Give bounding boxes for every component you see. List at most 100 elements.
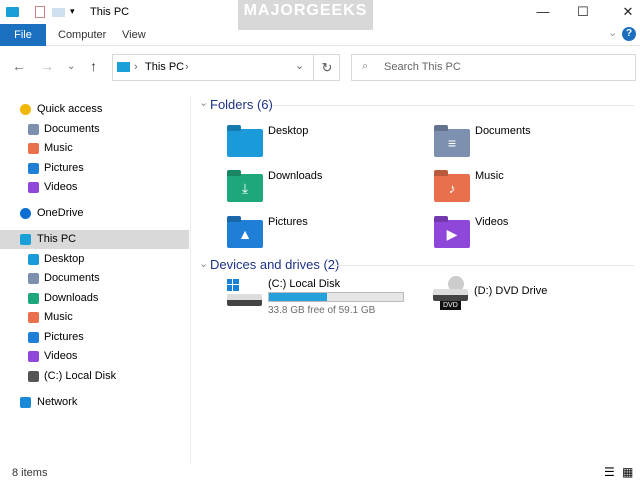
help-icon[interactable]: ? [622,27,636,41]
star-icon [20,104,31,115]
recent-locations-button[interactable]: ⌄ [67,61,75,72]
sidebar-item-label: Desktop [44,253,85,265]
close-button[interactable]: ✕ [616,4,640,20]
sidebar-item-label: Pictures [44,331,84,343]
sidebar-item-label: This PC [37,233,77,245]
sidebar-item-pictures[interactable]: Pictures [0,159,189,178]
drive-c[interactable]: (C:) Local Disk 33.8 GB free of 59.1 GB [224,278,414,318]
sidebar-item-network[interactable]: Network [0,393,189,412]
download-icon [28,293,39,304]
sidebar-item-pictures[interactable]: Pictures [0,328,189,347]
dvd-badge: DVD [440,301,461,310]
sidebar-item-label: Downloads [44,292,99,304]
customize-toolbar-icon[interactable]: ▾ [70,6,75,17]
sidebar-item-this-pc[interactable]: This PC [0,230,189,249]
up-button[interactable]: ↑ [90,58,97,74]
folders-group-chevron[interactable]: ⌄ [199,96,208,109]
folder-label: Desktop [268,125,309,137]
computer-icon [20,234,31,245]
music-folder-icon: ♪ [434,174,470,202]
search-input[interactable]: ⌕ Search This PC [351,54,636,81]
status-item-count: 8 items [12,467,48,479]
pictures-icon [28,332,39,343]
tab-computer[interactable]: Computer [46,24,118,46]
dvd-drive-icon [433,289,468,301]
sidebar-item-label: OneDrive [37,207,84,219]
videos-icon [28,351,39,362]
forward-button[interactable]: → [40,58,54,74]
sidebar-item-label: (C:) Local Disk [44,370,117,382]
new-folder-icon[interactable] [52,8,65,17]
address-dropdown-icon[interactable]: ⌄ [295,59,304,72]
folder-downloads[interactable]: ⤓ Downloads [227,170,407,210]
windows-logo-icon [227,279,239,291]
sidebar-item-videos[interactable]: Videos [0,347,189,366]
sidebar-item-label: Pictures [44,162,84,174]
drive-d[interactable]: DVD (D:) DVD Drive [430,276,620,316]
properties-icon[interactable] [35,6,45,18]
breadcrumb-separator[interactable]: › [134,61,138,73]
folder-label: Documents [475,125,531,137]
sidebar-item-label: Music [44,311,73,323]
cloud-icon [20,208,31,219]
sidebar-item-quick-access[interactable]: Quick access [0,100,189,119]
maximize-button[interactable]: ☐ [568,4,598,20]
folder-pictures[interactable]: ▲ Pictures [227,216,407,256]
address-bar[interactable]: › This PC › ⌄ ↻ [112,54,340,81]
back-button[interactable]: ← [12,58,26,74]
drives-group-header[interactable]: Devices and drives (2) [210,257,339,272]
documents-folder-icon: ≡ [434,129,470,157]
drive-d-label: (D:) DVD Drive [474,285,548,297]
sidebar-item-label: Videos [44,350,78,362]
sidebar-item-c-local-disk[interactable]: (C:) Local Disk [0,367,189,386]
folder-label: Music [475,170,504,182]
sidebar-item-music[interactable]: Music [0,139,189,158]
drive-c-free-space: 33.8 GB free of 59.1 GB [268,305,376,316]
sidebar-item-desktop[interactable]: Desktop [0,250,189,269]
music-icon [28,143,39,154]
drives-group-chevron[interactable]: ⌄ [199,257,208,270]
folders-group-header[interactable]: Folders (6) [210,97,273,112]
videos-icon [28,182,39,193]
drive-c-usage-bar [268,292,404,302]
folder-label: Videos [475,216,509,228]
sidebar-item-label: Documents [44,272,100,284]
downloads-folder-icon: ⤓ [227,174,263,202]
documents-icon [28,124,39,135]
desktop-folder-icon [227,129,263,157]
sidebar-item-downloads[interactable]: Downloads [0,289,189,308]
sidebar-item-documents[interactable]: Documents [0,120,189,139]
details-view-button[interactable]: ☰ [604,465,615,479]
folder-videos[interactable]: ▶ Videos [434,216,614,256]
network-icon [20,397,31,408]
search-icon: ⌕ [362,60,369,72]
refresh-button[interactable]: ↻ [313,55,340,80]
sidebar-item-music[interactable]: Music [0,308,189,327]
title-bar: ▾ This PC MAJORGEEKS — ☐ ✕ [0,0,640,30]
divider [272,105,634,106]
sidebar-item-documents[interactable]: Documents [0,269,189,288]
large-icons-view-button[interactable]: ▦ [622,465,633,479]
navigation-pane: Quick access Documents Music Pictures Videos… [0,96,191,464]
videos-folder-icon: ▶ [434,220,470,248]
folder-documents[interactable]: ≡ Documents [434,125,614,165]
window-title: This PC [90,6,130,18]
sidebar-item-onedrive[interactable]: OneDrive [0,204,189,223]
pictures-icon [28,163,39,174]
tab-view[interactable]: View [110,24,158,46]
desktop-icon [28,254,39,265]
sidebar-item-label: Quick access [37,103,103,115]
breadcrumb-separator[interactable]: › [185,61,189,73]
minimize-button[interactable]: — [528,4,558,20]
folder-music[interactable]: ♪ Music [434,170,614,210]
sidebar-item-label: Documents [44,123,100,135]
breadcrumb-this-pc[interactable]: This PC [145,61,184,73]
sidebar-item-videos[interactable]: Videos [0,178,189,197]
expand-ribbon-icon[interactable]: ⌄ [608,26,617,39]
music-icon [28,312,39,323]
documents-icon [28,273,39,284]
tab-file[interactable]: File [0,24,46,46]
sidebar-item-label: Network [37,396,78,408]
folder-desktop[interactable]: Desktop [227,125,407,165]
computer-icon [117,62,130,72]
